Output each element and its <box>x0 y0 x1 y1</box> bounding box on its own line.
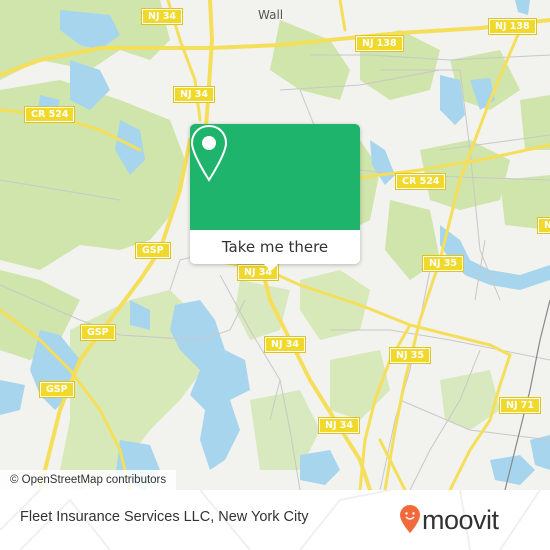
road-shield-nj35: NJ 35 <box>388 347 432 364</box>
road-shield-cr524: CR 524 <box>394 173 447 190</box>
take-me-there-button[interactable]: Take me there <box>190 230 360 264</box>
road-shield-nj: NJ <box>537 217 550 234</box>
road-shield-nj35: NJ 35 <box>421 255 465 272</box>
road-shield-gsp: GSP <box>39 381 75 398</box>
moovit-pin-icon <box>400 505 420 533</box>
road-shield-nj34: NJ 34 <box>317 417 361 434</box>
popup-header <box>190 124 360 230</box>
footer-bar: Fleet Insurance Services LLC, New York C… <box>0 490 550 550</box>
place-title: Fleet Insurance Services LLC, New York C… <box>20 509 309 525</box>
moovit-wordmark: moovit <box>422 505 499 535</box>
place-label-wall: Wall <box>258 8 284 22</box>
map-pin-icon <box>190 124 228 182</box>
moovit-logo[interactable]: moovit <box>400 502 540 538</box>
road-shield-nj138: NJ 138 <box>355 35 404 52</box>
road-shield-nj34: NJ 34 <box>263 336 307 353</box>
road-shield-gsp: GSP <box>135 242 171 259</box>
road-shield-nj138: NJ 138 <box>488 18 537 35</box>
road-shield-gsp: GSP <box>80 324 116 341</box>
location-popup: Take me there <box>190 124 360 271</box>
road-shield-nj34: NJ 34 <box>140 8 184 25</box>
road-shield-nj71: NJ 71 <box>498 397 542 414</box>
map-attribution[interactable]: © OpenStreetMap contributors <box>0 470 177 490</box>
road-shield-nj34: NJ 34 <box>172 86 216 103</box>
map-view[interactable]: Wall NJ 34 NJ 34 NJ 138 NJ 138 CR 524 CR… <box>0 0 550 490</box>
popup-pointer <box>262 262 280 271</box>
road-shield-cr524: CR 524 <box>23 106 76 123</box>
